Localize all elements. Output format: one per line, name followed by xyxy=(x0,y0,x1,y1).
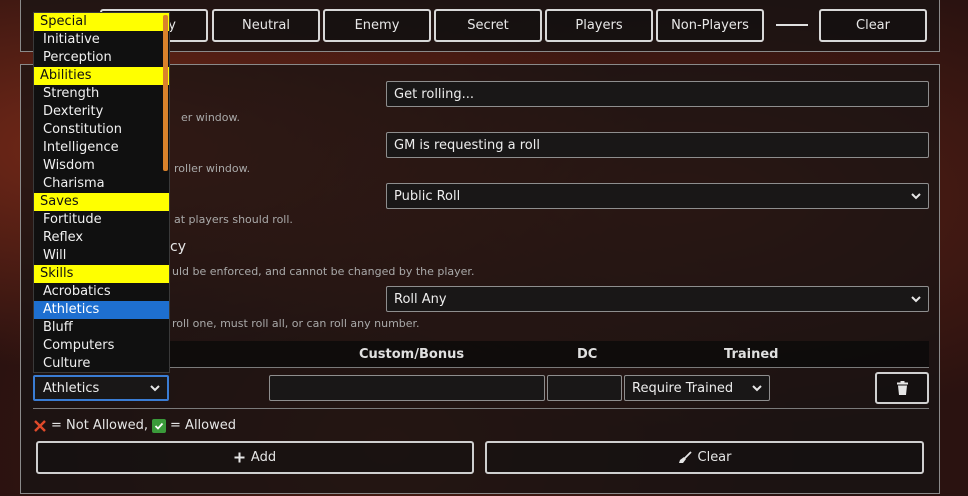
dropdown-group-header: Saves xyxy=(34,193,169,211)
dropdown-option[interactable]: Acrobatics xyxy=(34,283,169,301)
legend: = Not Allowed, = Allowed xyxy=(33,418,236,433)
clear-button-label: Clear xyxy=(697,450,732,465)
filter-button-label: Secret xyxy=(467,18,509,33)
filter-button-neutral[interactable]: Neutral xyxy=(212,9,320,42)
filter-clear-label: Clear xyxy=(856,18,890,33)
dropdown-option[interactable]: Wisdom xyxy=(34,157,169,175)
dropdown-option[interactable]: Charisma xyxy=(34,175,169,193)
filter-button-enemy[interactable]: Enemy xyxy=(323,9,431,42)
trained-select[interactable]: Require Trained xyxy=(624,375,770,401)
filter-button-players[interactable]: Players xyxy=(545,9,653,42)
check-icon xyxy=(152,418,167,433)
legend-allowed: = Allowed xyxy=(170,418,237,433)
dropdown-group-header: Abilities xyxy=(34,67,169,85)
dropdown-option[interactable]: Bluff xyxy=(34,319,169,337)
dropdown-group-header: Skills xyxy=(34,265,169,283)
title-hint: er window. xyxy=(181,111,241,124)
filter-clear-button[interactable]: Clear xyxy=(819,9,927,42)
filter-separator xyxy=(776,24,808,26)
dropdown-scrollbar[interactable] xyxy=(163,15,168,171)
dropdown-option[interactable]: Fortitude xyxy=(34,211,169,229)
dropdown-option[interactable]: Reflex xyxy=(34,229,169,247)
dc-input[interactable] xyxy=(547,375,622,401)
dropdown-option[interactable]: Culture xyxy=(34,355,169,372)
flavor-hint: roller window. xyxy=(174,162,251,175)
flavor-input-value: GM is requesting a roll xyxy=(394,137,540,153)
chevron-down-icon xyxy=(752,385,762,392)
dropdown-option[interactable]: Intelligence xyxy=(34,139,169,157)
title-input-value: Get rolling... xyxy=(394,86,475,102)
add-button[interactable]: Add xyxy=(36,441,474,474)
flavor-input[interactable]: GM is requesting a roll xyxy=(386,132,929,158)
plus-icon xyxy=(234,452,245,463)
table-header xyxy=(169,341,929,367)
filter-button-secret[interactable]: Secret xyxy=(434,9,542,42)
dropdown-option[interactable]: Strength xyxy=(34,85,169,103)
skill-dropdown-list[interactable]: Special Initiative Perception Abilities Stre… xyxy=(33,12,170,373)
dropdown-option[interactable]: Athletics xyxy=(34,301,169,319)
trash-icon xyxy=(896,381,908,395)
add-button-label: Add xyxy=(250,450,277,465)
dropdown-option[interactable]: Constitution xyxy=(34,121,169,139)
dropdown-option[interactable]: Computers xyxy=(34,337,169,355)
chevron-down-icon xyxy=(911,296,921,303)
privacy-label: cy xyxy=(170,239,186,255)
roll-mode-value: Public Roll xyxy=(394,188,461,204)
chevron-down-icon xyxy=(150,385,160,392)
filter-button-non-players[interactable]: Non-Players xyxy=(656,9,764,42)
skill-select[interactable]: Athletics xyxy=(33,375,169,401)
roll-mode-select[interactable]: Public Roll xyxy=(386,183,929,209)
row-divider xyxy=(33,408,929,409)
custom-bonus-input[interactable] xyxy=(269,375,545,401)
delete-row-button[interactable] xyxy=(875,372,929,404)
filter-button-label: Enemy xyxy=(354,18,400,33)
column-custom-bonus: Custom/Bonus xyxy=(359,347,465,362)
roll-mode-hint: at players should roll. xyxy=(174,213,293,226)
roll-type-select[interactable]: Roll Any xyxy=(386,286,929,312)
privacy-hint: uld be enforced, and cannot be changed b… xyxy=(172,265,475,278)
dropdown-option[interactable]: Initiative xyxy=(34,31,169,49)
skill-select-value: Athletics xyxy=(43,380,100,396)
clear-button[interactable]: Clear xyxy=(485,441,924,474)
roll-type-hint: roll one, must roll all, or can roll any… xyxy=(172,317,420,330)
dropdown-group-header: Special xyxy=(34,13,169,31)
dropdown-option[interactable]: Will xyxy=(34,247,169,265)
title-input[interactable]: Get rolling... xyxy=(386,81,929,107)
trained-select-value: Require Trained xyxy=(632,380,734,396)
broom-icon xyxy=(678,451,692,463)
legend-not-allowed: = Not Allowed, xyxy=(51,418,149,433)
dropdown-option[interactable]: Dexterity xyxy=(34,103,169,121)
filter-button-label: Non-Players xyxy=(671,18,749,33)
chevron-down-icon xyxy=(911,193,921,200)
column-trained: Trained xyxy=(724,347,779,362)
column-dc: DC xyxy=(577,347,598,362)
filter-button-label: Neutral xyxy=(242,18,290,33)
x-icon xyxy=(34,419,46,432)
roll-type-value: Roll Any xyxy=(394,291,447,307)
dropdown-option[interactable]: Perception xyxy=(34,49,169,67)
filter-button-label: Players xyxy=(575,18,623,33)
